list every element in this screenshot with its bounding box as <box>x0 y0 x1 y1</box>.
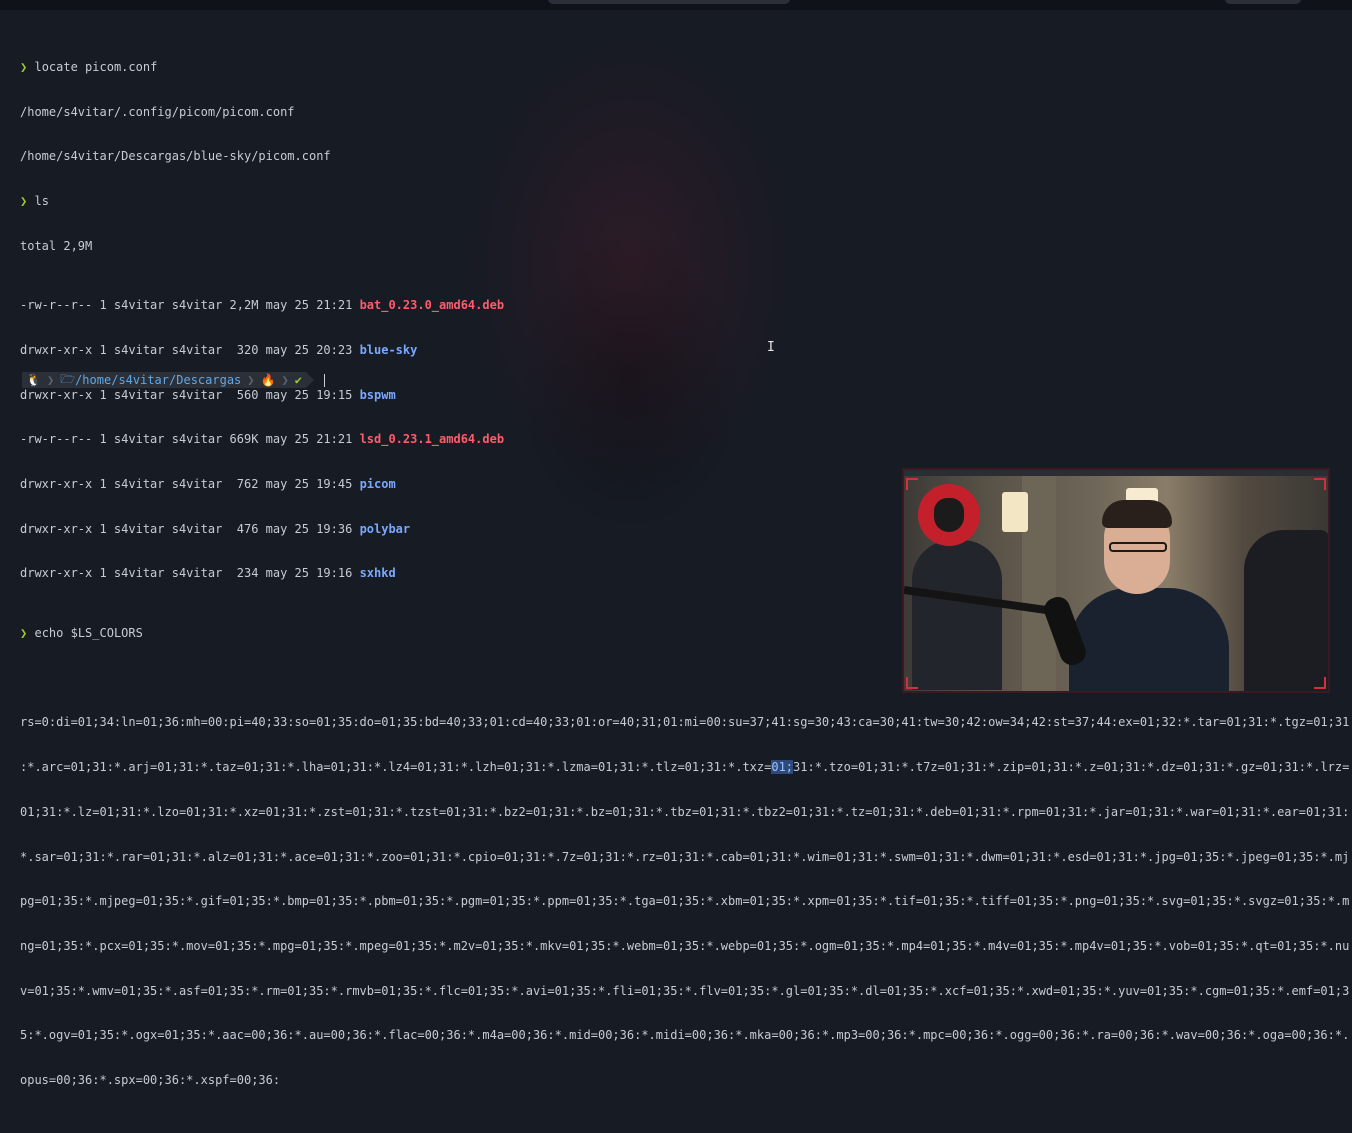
output-line: :*.arc=01;31:*.arj=01;31:*.taz=01;31:*.l… <box>20 760 1349 775</box>
command-text: ls <box>34 193 49 208</box>
linux-icon: 🐧 <box>22 372 45 388</box>
separator-icon: ❯ <box>44 372 57 388</box>
output-line: 01;31:*.lz=01;31:*.lzo=01;31:*.xz=01;31:… <box>20 804 1350 819</box>
ls-meta: -rw-r--r-- 1 s4vitar s4vitar 669K may 25… <box>20 432 360 447</box>
ls-entry: -rw-r--r-- 1 s4vitar s4vitar 2,2M may 25… <box>20 298 1330 313</box>
ls-meta: drwxr-xr-x 1 s4vitar s4vitar 762 may 25 … <box>20 477 360 492</box>
folder-icon: 🗁 <box>60 371 76 386</box>
command-text: echo $LS_COLORS <box>34 626 143 641</box>
output-line: opus=00;36:*.spx=00;36:*.xspf=00;36: <box>20 1073 281 1088</box>
output-line: total 2,9M <box>20 238 93 253</box>
output-line: /home/s4vitar/Descargas/blue-sky/picom.c… <box>20 149 331 164</box>
ls-filename: lsd_0.23.1_amd64.deb <box>359 432 505 447</box>
webcam-person-hair <box>1102 500 1172 528</box>
frame-corner <box>906 677 918 689</box>
output-line: pg=01;35:*.mjpeg=01;35:*.gif=01;35:*.bmp… <box>20 894 1350 909</box>
output-text: 31:*.tzo=01;31:*.t7z=01;31:*.zip=01;31:*… <box>793 760 1350 775</box>
webcam-chair <box>912 540 1002 690</box>
webcam-glasses <box>1109 542 1167 552</box>
output-line: ng=01;35:*.pcx=01;35:*.mov=01;35:*.mpg=0… <box>20 939 1350 953</box>
separator-icon: ❯ <box>279 372 291 388</box>
output-line: 5:*.ogv=01;35:*.ogx=01;35:*.aac=00;36:*.… <box>20 1028 1350 1043</box>
current-path: 🗁 /home/s4vitar / Descargas <box>56 371 246 388</box>
command-line: ❯ ls <box>20 194 1330 209</box>
ls-meta: drwxr-xr-x 1 s4vitar s4vitar 320 may 25 … <box>20 342 360 357</box>
top-bar-pill <box>1225 0 1301 4</box>
ibeam-cursor-icon: I <box>767 340 775 355</box>
hooded-logo-icon <box>918 484 980 546</box>
path-user: s4vitar <box>118 373 170 387</box>
ls-meta: drwxr-xr-x 1 s4vitar s4vitar 476 may 25 … <box>20 521 360 536</box>
ls-entry: -rw-r--r-- 1 s4vitar s4vitar 669K may 25… <box>20 432 1330 447</box>
prompt-icon: ❯ <box>20 193 28 208</box>
ls-colors-output[interactable]: rs=0:di=01;34:ln=01;36:mh=00:pi=40;33:so… <box>20 686 1350 1118</box>
ls-dirname: blue-sky <box>359 342 418 357</box>
prompt-icon: ❯ <box>20 59 28 74</box>
output-text: :*.arc=01;31:*.arj=01;31:*.taz=01;31:*.l… <box>20 760 772 775</box>
output-line: *.sar=01;31:*.rar=01;31:*.alz=01;31:*.ac… <box>20 849 1350 864</box>
frame-corner <box>906 478 918 490</box>
webcam-person-body <box>1069 588 1229 691</box>
webcam-overlay <box>902 468 1330 693</box>
check-icon: ✔ <box>290 372 306 388</box>
flame-icon: 🔥 <box>256 372 280 388</box>
separator-icon: ❯ <box>245 372 257 388</box>
ls-dirname: bspwm <box>359 387 396 402</box>
statusline-tail <box>305 372 314 388</box>
path-prefix: /home/ <box>75 373 119 387</box>
ls-meta: drwxr-xr-x 1 s4vitar s4vitar 234 may 25 … <box>20 566 360 581</box>
selected-text[interactable]: 01; <box>771 760 794 775</box>
path-dir: Descargas <box>176 373 242 387</box>
terminal-window[interactable]: ❯ locate picom.conf /home/s4vitar/.confi… <box>20 30 1349 1087</box>
frame-corner <box>1314 478 1326 490</box>
ls-filename: bat_0.23.0_amd64.deb <box>359 298 505 313</box>
path-separator: / <box>169 373 177 387</box>
output-line: rs=0:di=01;34:ln=01;36:mh=00:pi=40;33:so… <box>20 715 1350 730</box>
prompt-icon: ❯ <box>20 626 28 641</box>
ls-meta: -rw-r--r-- 1 s4vitar s4vitar 2,2M may 25… <box>20 298 360 313</box>
ls-dirname: sxhkd <box>359 566 396 581</box>
command-line: ❯ locate picom.conf <box>20 60 1330 75</box>
ls-entry: drwxr-xr-x 1 s4vitar s4vitar 320 may 25 … <box>20 343 1330 358</box>
output-line: /home/s4vitar/.config/picom/picom.conf <box>20 104 295 119</box>
ls-dirname: picom <box>359 477 396 492</box>
command-text: locate picom.conf <box>34 59 158 74</box>
logo-face <box>934 498 964 532</box>
prompt-statusline[interactable]: 🐧 ❯ 🗁 /home/s4vitar / Descargas ❯ 🔥 ❯ ✔ <box>22 372 325 388</box>
webcam-chair <box>1244 530 1328 691</box>
webcam-light <box>1002 492 1028 532</box>
ls-dirname: polybar <box>359 521 411 536</box>
text-cursor[interactable] <box>323 373 325 387</box>
output-line: v=01;35:*.wmv=01;35:*.asf=01;35:*.rm=01;… <box>20 983 1350 998</box>
frame-corner <box>1314 677 1326 689</box>
ls-entry: drwxr-xr-x 1 s4vitar s4vitar 560 may 25 … <box>20 388 1330 403</box>
